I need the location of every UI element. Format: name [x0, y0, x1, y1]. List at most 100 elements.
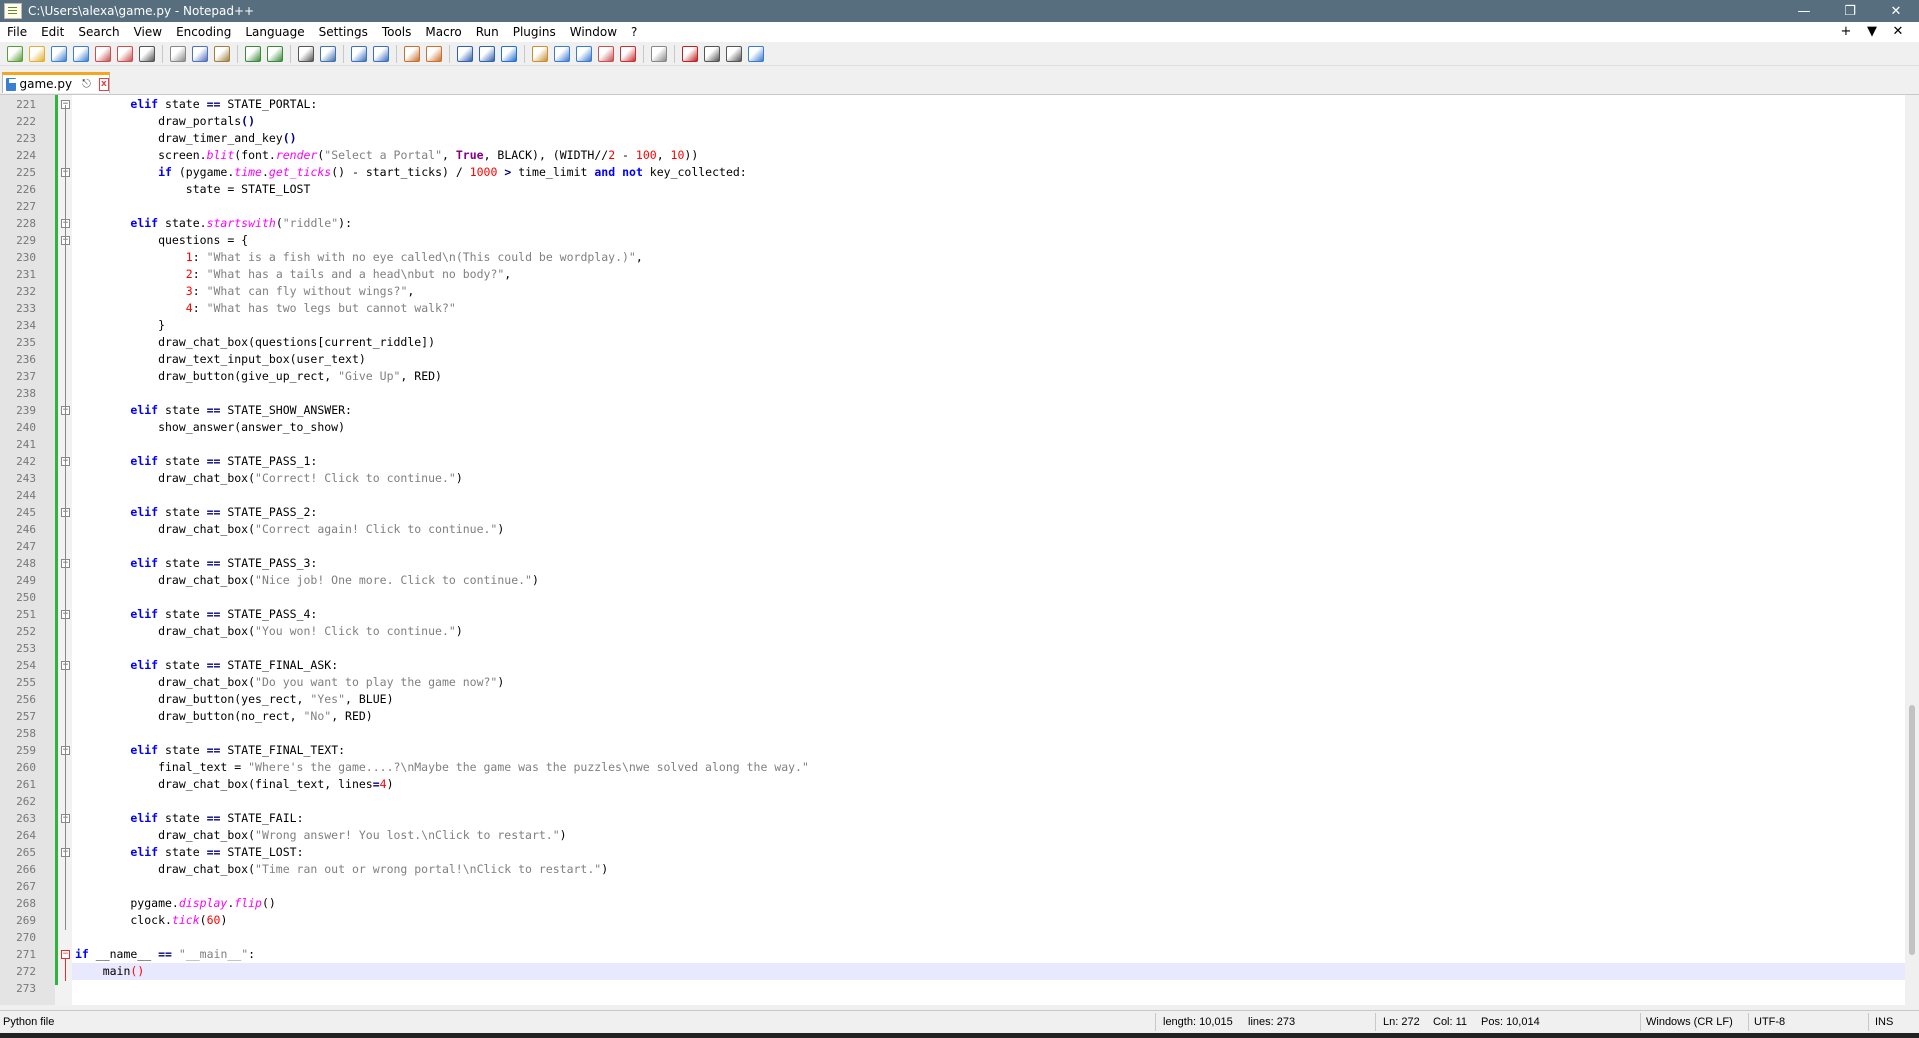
code-line[interactable]: elif state == STATE_PASS_1: [75, 453, 317, 470]
code-line[interactable]: pygame.display.flip() [75, 895, 275, 912]
status-mode[interactable]: INS [1875, 1016, 1893, 1028]
code-line[interactable]: final_text = "Where's the game....?\nMay… [75, 759, 809, 776]
copy-icon[interactable] [192, 45, 208, 62]
code-line[interactable]: draw_chat_box("Correct again! Click to c… [75, 521, 504, 538]
find-icon[interactable] [298, 45, 314, 62]
menu-settings[interactable]: Settings [312, 22, 375, 42]
close-icon[interactable]: ✕ [1873, 0, 1919, 22]
code-line[interactable]: show_answer(answer_to_show) [75, 419, 345, 436]
zoom-in-icon[interactable] [351, 45, 367, 62]
restore-icon[interactable]: ❐ [1827, 0, 1873, 22]
scrollbar-thumb[interactable] [1909, 705, 1915, 955]
sync-horizontal-icon[interactable] [426, 45, 442, 62]
code-line[interactable]: draw_chat_box("Do you want to play the g… [75, 674, 504, 691]
code-line[interactable]: elif state == STATE_PASS_3: [75, 555, 317, 572]
show-all-chars-icon[interactable] [479, 45, 495, 62]
code-line[interactable]: if (pygame.time.get_ticks() - start_tick… [75, 164, 747, 181]
code-line[interactable]: draw_chat_box("Wrong answer! You lost.\n… [75, 827, 567, 844]
minimize-icon[interactable]: — [1781, 0, 1827, 22]
doc-map-icon[interactable] [554, 45, 570, 62]
vertical-scrollbar[interactable] [1905, 95, 1919, 1005]
close-all-icon[interactable] [117, 45, 133, 62]
code-line[interactable]: elif state == STATE_FINAL_TEXT: [75, 742, 345, 759]
menu-encoding[interactable]: Encoding [169, 22, 238, 42]
playback-macro-icon[interactable] [704, 45, 720, 62]
code-line[interactable]: if __name__ == "__main__": [75, 946, 255, 963]
save-macro-icon[interactable] [748, 45, 764, 62]
code-line[interactable]: draw_chat_box(final_text, lines=4) [75, 776, 393, 793]
menu-tools[interactable]: Tools [375, 22, 419, 42]
menu-window[interactable]: Window [563, 22, 624, 42]
code-line[interactable]: draw_portals() [75, 113, 255, 130]
code-line[interactable]: draw_chat_box("Correct! Click to continu… [75, 470, 463, 487]
record-macro-icon[interactable] [651, 45, 667, 62]
code-line[interactable]: draw_chat_box(questions[current_riddle]) [75, 334, 435, 351]
code-line[interactable]: 2: "What has a tails and a head\nbut no … [75, 266, 511, 283]
menu-edit[interactable]: Edit [34, 22, 71, 42]
sync-vertical-icon[interactable] [404, 45, 420, 62]
pin-icon[interactable]: ⎋ [82, 77, 91, 91]
close-icon[interactable] [95, 45, 111, 62]
code-line[interactable]: } [75, 317, 165, 334]
code-line[interactable]: draw_text_input_box(user_text) [75, 351, 366, 368]
menu-plugins[interactable]: Plugins [506, 22, 563, 42]
code-line[interactable]: elif state.startswith("riddle"): [75, 215, 352, 232]
run-macro-multiple-icon[interactable] [726, 45, 742, 62]
stop-record-icon[interactable] [682, 45, 698, 62]
code-line[interactable]: 1: "What is a fish with no eye called\n(… [75, 249, 643, 266]
menu-run[interactable]: Run [469, 22, 506, 42]
code-line[interactable]: draw_chat_box("Nice job! One more. Click… [75, 572, 539, 589]
cut-icon[interactable] [170, 45, 186, 62]
new-tab-plus-icon[interactable]: + [1833, 22, 1859, 42]
close-document-icon[interactable]: ✕ [1885, 22, 1911, 42]
status-encoding[interactable]: UTF-8 [1754, 1016, 1785, 1028]
paste-icon[interactable] [214, 45, 230, 62]
code-line[interactable]: elif state == STATE_SHOW_ANSWER: [75, 402, 352, 419]
print-icon[interactable] [139, 45, 155, 62]
word-wrap-icon[interactable] [457, 45, 473, 62]
code-line[interactable]: draw_timer_and_key() [75, 130, 297, 147]
redo-icon[interactable] [267, 45, 283, 62]
zoom-out-icon[interactable] [373, 45, 389, 62]
code-line[interactable]: draw_chat_box("You won! Click to continu… [75, 623, 463, 640]
code-line[interactable]: screen.blit(font.render("Select a Portal… [75, 147, 698, 164]
save-icon[interactable] [51, 45, 67, 62]
code-line[interactable]: elif state == STATE_FINAL_ASK: [75, 657, 338, 674]
code-editor[interactable]: 221 222 223 224 225 226 227 228 229 230 231 232 233 2… [0, 95, 1905, 1005]
code-line[interactable]: 3: "What can fly without wings?", [75, 283, 415, 300]
replace-icon[interactable] [320, 45, 336, 62]
code-line[interactable]: main() [75, 963, 145, 980]
menu-language[interactable]: Language [238, 22, 311, 42]
menu-help[interactable]: ? [624, 22, 644, 42]
code-line[interactable]: draw_button(yes_rect, "Yes", BLUE) [75, 691, 393, 708]
code-line[interactable]: state = STATE_LOST [75, 181, 311, 198]
indent-guide-icon[interactable] [501, 45, 517, 62]
code-line[interactable]: draw_button(give_up_rect, "Give Up", RED… [75, 368, 442, 385]
undo-icon[interactable] [245, 45, 261, 62]
tab-close-icon[interactable]: x [98, 77, 109, 91]
code-line[interactable]: clock.tick(60) [75, 912, 227, 929]
code-line[interactable]: elif state == STATE_PORTAL: [75, 96, 317, 113]
monitoring-icon[interactable] [620, 45, 636, 62]
tab-game-py[interactable]: game.py ⎋ x [2, 72, 110, 93]
code-line[interactable]: draw_chat_box("Time ran out or wrong por… [75, 861, 608, 878]
menu-view[interactable]: View [127, 22, 169, 42]
code-line[interactable]: draw_button(no_rect, "No", RED) [75, 708, 373, 725]
tab-list-dropdown-icon[interactable]: ▼ [1859, 22, 1885, 42]
code-line[interactable]: questions = { [75, 232, 248, 249]
code-line[interactable]: elif state == STATE_LOST: [75, 844, 303, 861]
save-all-icon[interactable] [73, 45, 89, 62]
open-file-icon[interactable] [29, 45, 45, 62]
code-line[interactable]: 4: "What has two legs but cannot walk?" [75, 300, 456, 317]
user-language-icon[interactable] [532, 45, 548, 62]
code-line[interactable]: elif state == STATE_PASS_2: [75, 504, 317, 521]
menu-macro[interactable]: Macro [418, 22, 468, 42]
folder-workspace-icon[interactable] [598, 45, 614, 62]
code-line[interactable]: elif state == STATE_FAIL: [75, 810, 303, 827]
menu-file[interactable]: File [0, 22, 34, 42]
code-line[interactable]: elif state == STATE_PASS_4: [75, 606, 317, 623]
menu-search[interactable]: Search [71, 22, 126, 42]
new-file-icon[interactable] [7, 45, 23, 62]
function-list-icon[interactable] [576, 45, 592, 62]
status-eol[interactable]: Windows (CR LF) [1646, 1016, 1733, 1028]
